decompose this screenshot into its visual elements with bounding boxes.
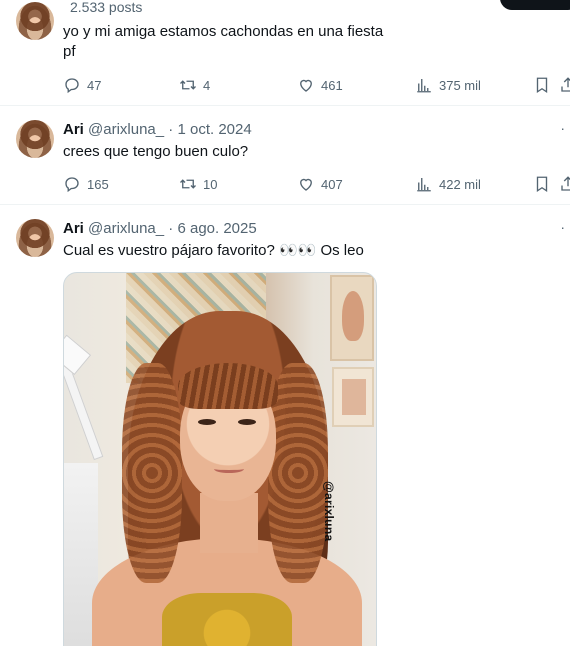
more-icon[interactable]: · bbox=[560, 219, 566, 235]
avatar[interactable] bbox=[16, 2, 54, 40]
tweet-photo[interactable]: @arixluna bbox=[63, 272, 377, 646]
views-button[interactable]: 422 mil bbox=[415, 174, 481, 194]
like-count: 407 bbox=[321, 176, 343, 192]
retweet-icon bbox=[180, 80, 196, 90]
photo-watermark: @arixluna bbox=[322, 481, 336, 542]
share-button[interactable] bbox=[559, 174, 570, 194]
wall-frame bbox=[332, 367, 374, 427]
views-icon bbox=[417, 79, 431, 93]
views-icon bbox=[417, 178, 431, 192]
desk-lamp bbox=[64, 315, 104, 461]
tweet-text: yo y mi amiga estamos cachondas en una f… bbox=[63, 22, 503, 62]
retweet-icon bbox=[180, 179, 196, 189]
bookmark-button[interactable] bbox=[533, 75, 551, 95]
retweet-count: 4 bbox=[203, 77, 211, 93]
separator: · bbox=[168, 121, 174, 138]
author-name[interactable]: Ari bbox=[63, 220, 84, 237]
bookmark-icon bbox=[536, 176, 548, 193]
reply-icon bbox=[65, 177, 79, 193]
like-count: 461 bbox=[321, 77, 343, 93]
views-count: 375 mil bbox=[439, 77, 481, 93]
avatar[interactable] bbox=[16, 219, 54, 257]
tweet-2[interactable]: Ari @arixluna_ · 1 oct. 2024 · crees que… bbox=[0, 106, 570, 205]
tweet-text-line: yo y mi amiga estamos cachondas en una f… bbox=[63, 23, 384, 40]
tweet-date[interactable]: 1 oct. 2024 bbox=[177, 121, 251, 138]
tweet-text-line: pf bbox=[63, 43, 76, 60]
portrait bbox=[92, 311, 362, 646]
views-count: 422 mil bbox=[439, 176, 481, 192]
like-icon bbox=[300, 178, 312, 191]
reply-button[interactable]: 165 bbox=[63, 174, 109, 194]
retweet-button[interactable]: 10 bbox=[179, 174, 217, 194]
like-button[interactable]: 407 bbox=[297, 174, 343, 194]
tweet-1[interactable]: yo y mi amiga estamos cachondas en una f… bbox=[0, 0, 570, 106]
wall-frame bbox=[330, 275, 374, 361]
reply-button[interactable]: 47 bbox=[63, 75, 101, 95]
like-button[interactable]: 461 bbox=[297, 75, 343, 95]
bookmark-button[interactable] bbox=[533, 174, 551, 194]
author-handle[interactable]: @arixluna_ bbox=[88, 121, 164, 138]
share-button[interactable] bbox=[559, 75, 570, 95]
tweet-actions: 47 4 461 375 mil bbox=[63, 75, 570, 95]
tweet-date[interactable]: 6 ago. 2025 bbox=[177, 220, 256, 237]
separator: · bbox=[168, 220, 174, 237]
bookmark-icon bbox=[536, 77, 548, 94]
reply-count: 47 bbox=[87, 77, 102, 93]
more-icon[interactable]: · bbox=[560, 120, 566, 136]
retweet-button[interactable]: 4 bbox=[179, 75, 210, 95]
retweet-count: 10 bbox=[203, 176, 218, 192]
author-name[interactable]: Ari bbox=[63, 121, 84, 138]
share-icon bbox=[561, 77, 570, 92]
avatar[interactable] bbox=[16, 120, 54, 158]
tweet-header: Ari @arixluna_ · 6 ago. 2025 bbox=[63, 220, 257, 237]
tweet-text: Cual es vuestro pájaro favorito? 👀👀 Os l… bbox=[63, 242, 364, 259]
like-icon bbox=[300, 79, 312, 92]
tweet-actions: 165 10 407 422 mil bbox=[63, 174, 570, 194]
reply-icon bbox=[65, 78, 79, 94]
share-icon bbox=[561, 176, 570, 191]
tweet-header: Ari @arixluna_ · 1 oct. 2024 bbox=[63, 121, 252, 138]
reply-count: 165 bbox=[87, 176, 109, 192]
views-button[interactable]: 375 mil bbox=[415, 75, 481, 95]
author-handle[interactable]: @arixluna_ bbox=[88, 220, 164, 237]
tweet-text: crees que tengo buen culo? bbox=[63, 143, 249, 160]
